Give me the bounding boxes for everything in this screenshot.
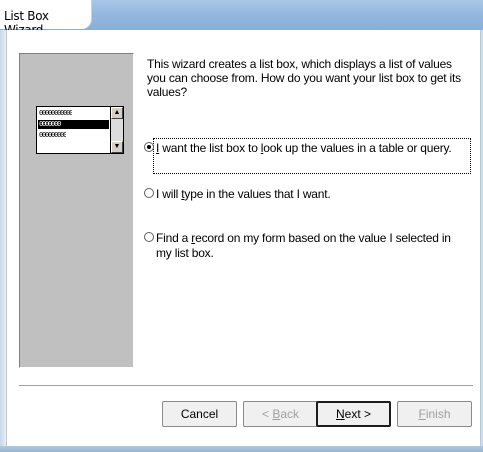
option-lookup-label: I want the list box to look up the value… — [156, 141, 452, 155]
illustration-row: 000000000 — [39, 131, 67, 139]
back-button[interactable]: < Back — [243, 401, 318, 427]
cancel-button[interactable]: Cancel — [162, 401, 237, 427]
illustration-row: 00000000000 — [39, 109, 73, 117]
scroll-down-arrow-icon: ▼ — [111, 141, 123, 153]
title-bar[interactable]: List Box Wizard — [0, 0, 483, 37]
button-divider — [19, 385, 473, 387]
illustration-panel — [19, 53, 134, 368]
scroll-up-arrow-icon: ▲ — [111, 107, 123, 119]
radio-type-values[interactable] — [144, 188, 154, 198]
next-button[interactable]: Next > — [316, 401, 391, 427]
radio-lookup-table[interactable] — [144, 142, 154, 152]
option-find-label: Find a record on my form based on the va… — [156, 231, 451, 260]
illustration-scrollbar: ▲ ▼ — [110, 107, 123, 153]
list-box-illustration: 00000000000 0000000 000000000 ▲ ▼ — [36, 106, 124, 154]
title-tab: List Box Wizard — [0, 0, 92, 37]
illustration-row-selected: 0000000 — [38, 120, 109, 129]
wizard-description: This wizard creates a list box, which di… — [147, 57, 461, 99]
finish-button[interactable]: Finish — [397, 401, 472, 427]
window-bottom-edge — [0, 446, 483, 452]
option-type-label: I will type in the values that I want. — [156, 187, 331, 201]
radio-find-record[interactable] — [144, 232, 154, 242]
